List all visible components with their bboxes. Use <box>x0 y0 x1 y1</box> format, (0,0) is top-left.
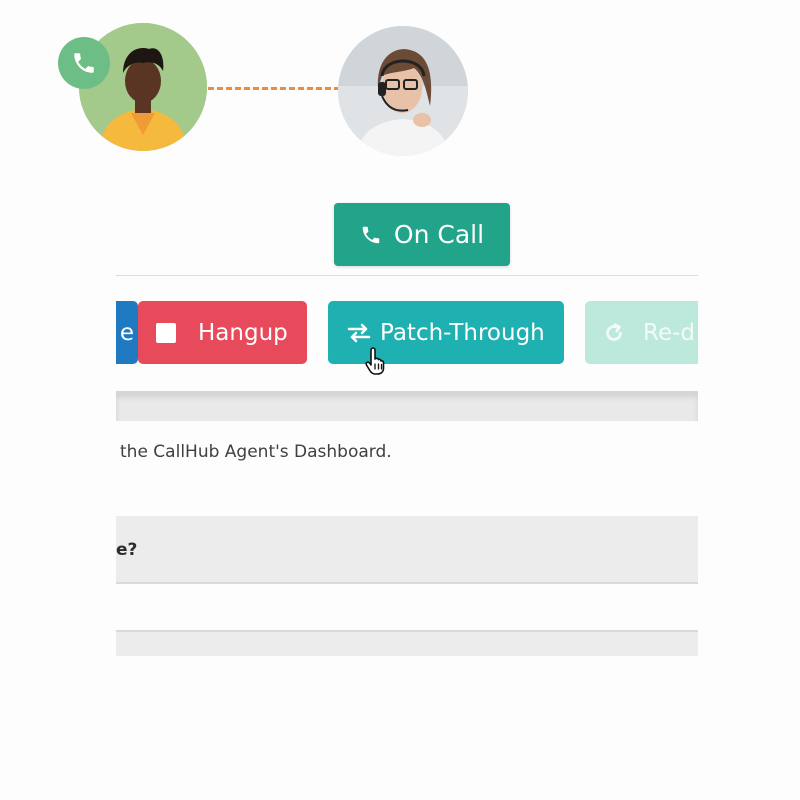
stop-icon <box>156 322 176 343</box>
partial-button[interactable]: e <box>116 301 138 364</box>
intro-text: the CallHub Agent's Dashboard. <box>120 442 392 462</box>
hand-pointer-cursor-icon <box>365 347 385 375</box>
on-call-button[interactable]: On Call <box>334 203 510 266</box>
agent-avatar <box>338 26 468 156</box>
call-controls-row: e Hangup Patch-Through Re-d <box>116 290 698 378</box>
redo-icon <box>606 322 622 341</box>
phone-icon <box>74 53 94 73</box>
phone-icon <box>362 226 380 243</box>
hangup-label: Hangup <box>198 319 288 346</box>
hangup-button[interactable]: Hangup <box>138 301 307 364</box>
faq-question: e? <box>116 540 138 560</box>
agent-headset-photo <box>338 26 468 156</box>
redial-label: Re-d <box>643 319 695 346</box>
divider <box>116 275 698 276</box>
faq-item[interactable] <box>116 516 698 584</box>
partial-button-label: e <box>119 319 134 346</box>
patch-through-label: Patch-Through <box>380 319 545 346</box>
panel-bar <box>116 391 698 421</box>
phone-badge <box>58 37 110 89</box>
faq-item[interactable] <box>116 630 698 656</box>
on-call-label: On Call <box>393 220 485 249</box>
redial-button[interactable]: Re-d <box>585 301 698 364</box>
call-connector-line <box>208 87 340 90</box>
swap-arrows-icon <box>347 323 371 342</box>
